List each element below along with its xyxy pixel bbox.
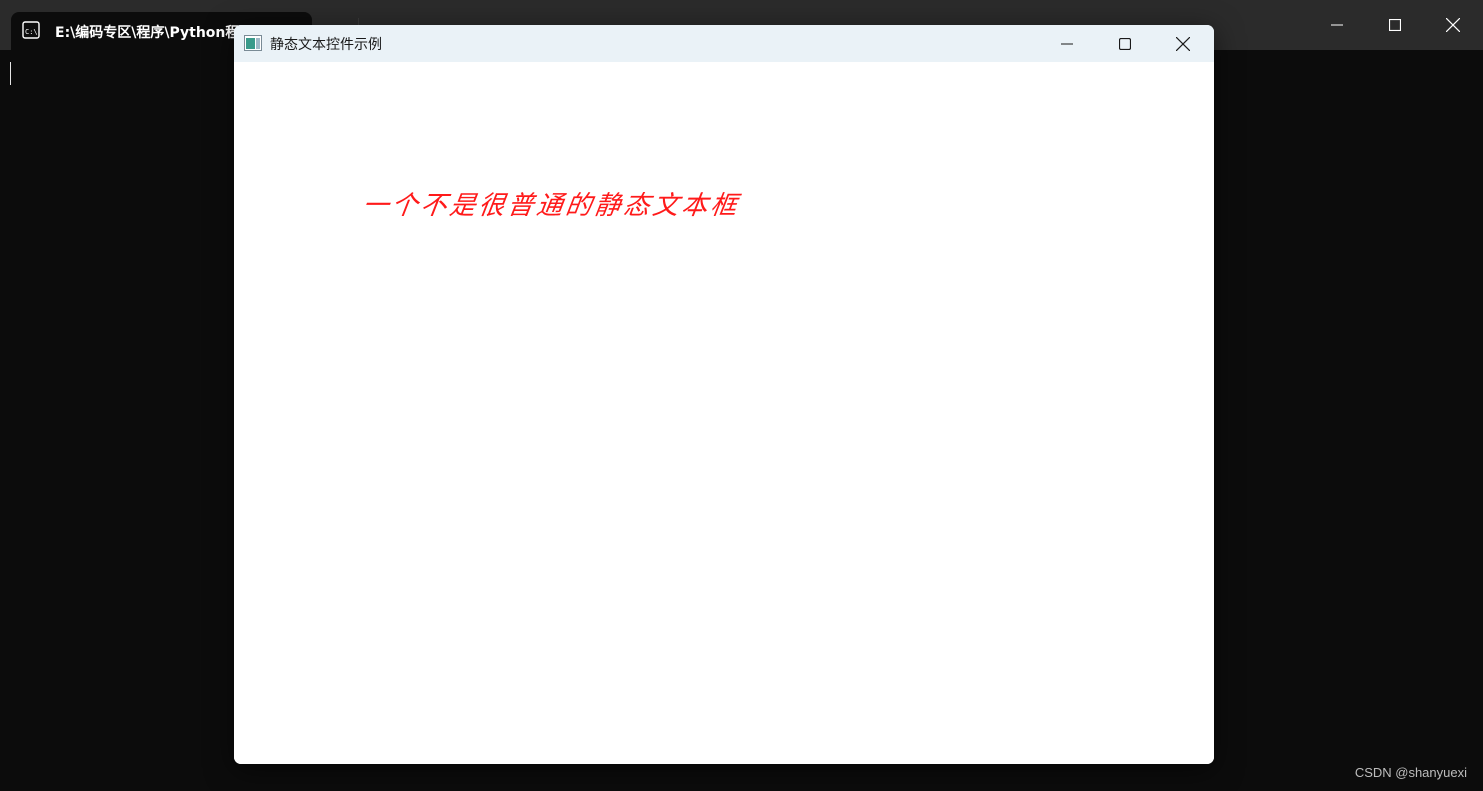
dialog-close-button[interactable] (1154, 25, 1212, 62)
minimize-icon (1061, 43, 1073, 44)
dialog-client-area: 一个不是很普通的静态文本框 (234, 62, 1214, 764)
static-text-label: 一个不是很普通的静态文本框 (360, 191, 742, 221)
terminal-tab-title: E:\编码专区\程序\Python程 (55, 25, 240, 41)
dialog-minimize-button[interactable] (1038, 25, 1096, 62)
dialog-titlebar[interactable]: 静态文本控件示例 (234, 25, 1214, 62)
minimize-icon (1331, 24, 1343, 26)
text-cursor (10, 62, 11, 85)
watermark: CSDN @shanyuexi (1354, 765, 1467, 780)
close-icon (1176, 36, 1190, 51)
maximize-icon (1389, 19, 1401, 31)
dialog-maximize-button[interactable] (1096, 25, 1154, 62)
app-window-icon (244, 35, 262, 51)
static-text-demo-window: 静态文本控件示例 一个不是很普通的静态文本框 (234, 25, 1214, 764)
terminal-minimize-button[interactable] (1308, 0, 1366, 50)
terminal-close-button[interactable] (1424, 0, 1482, 50)
terminal-icon: C:\ (22, 21, 40, 39)
svg-text:C:\: C:\ (25, 28, 38, 36)
close-icon (1446, 18, 1460, 32)
dialog-title: 静态文本控件示例 (270, 37, 382, 53)
terminal-maximize-button[interactable] (1366, 0, 1424, 50)
maximize-icon (1119, 37, 1131, 50)
